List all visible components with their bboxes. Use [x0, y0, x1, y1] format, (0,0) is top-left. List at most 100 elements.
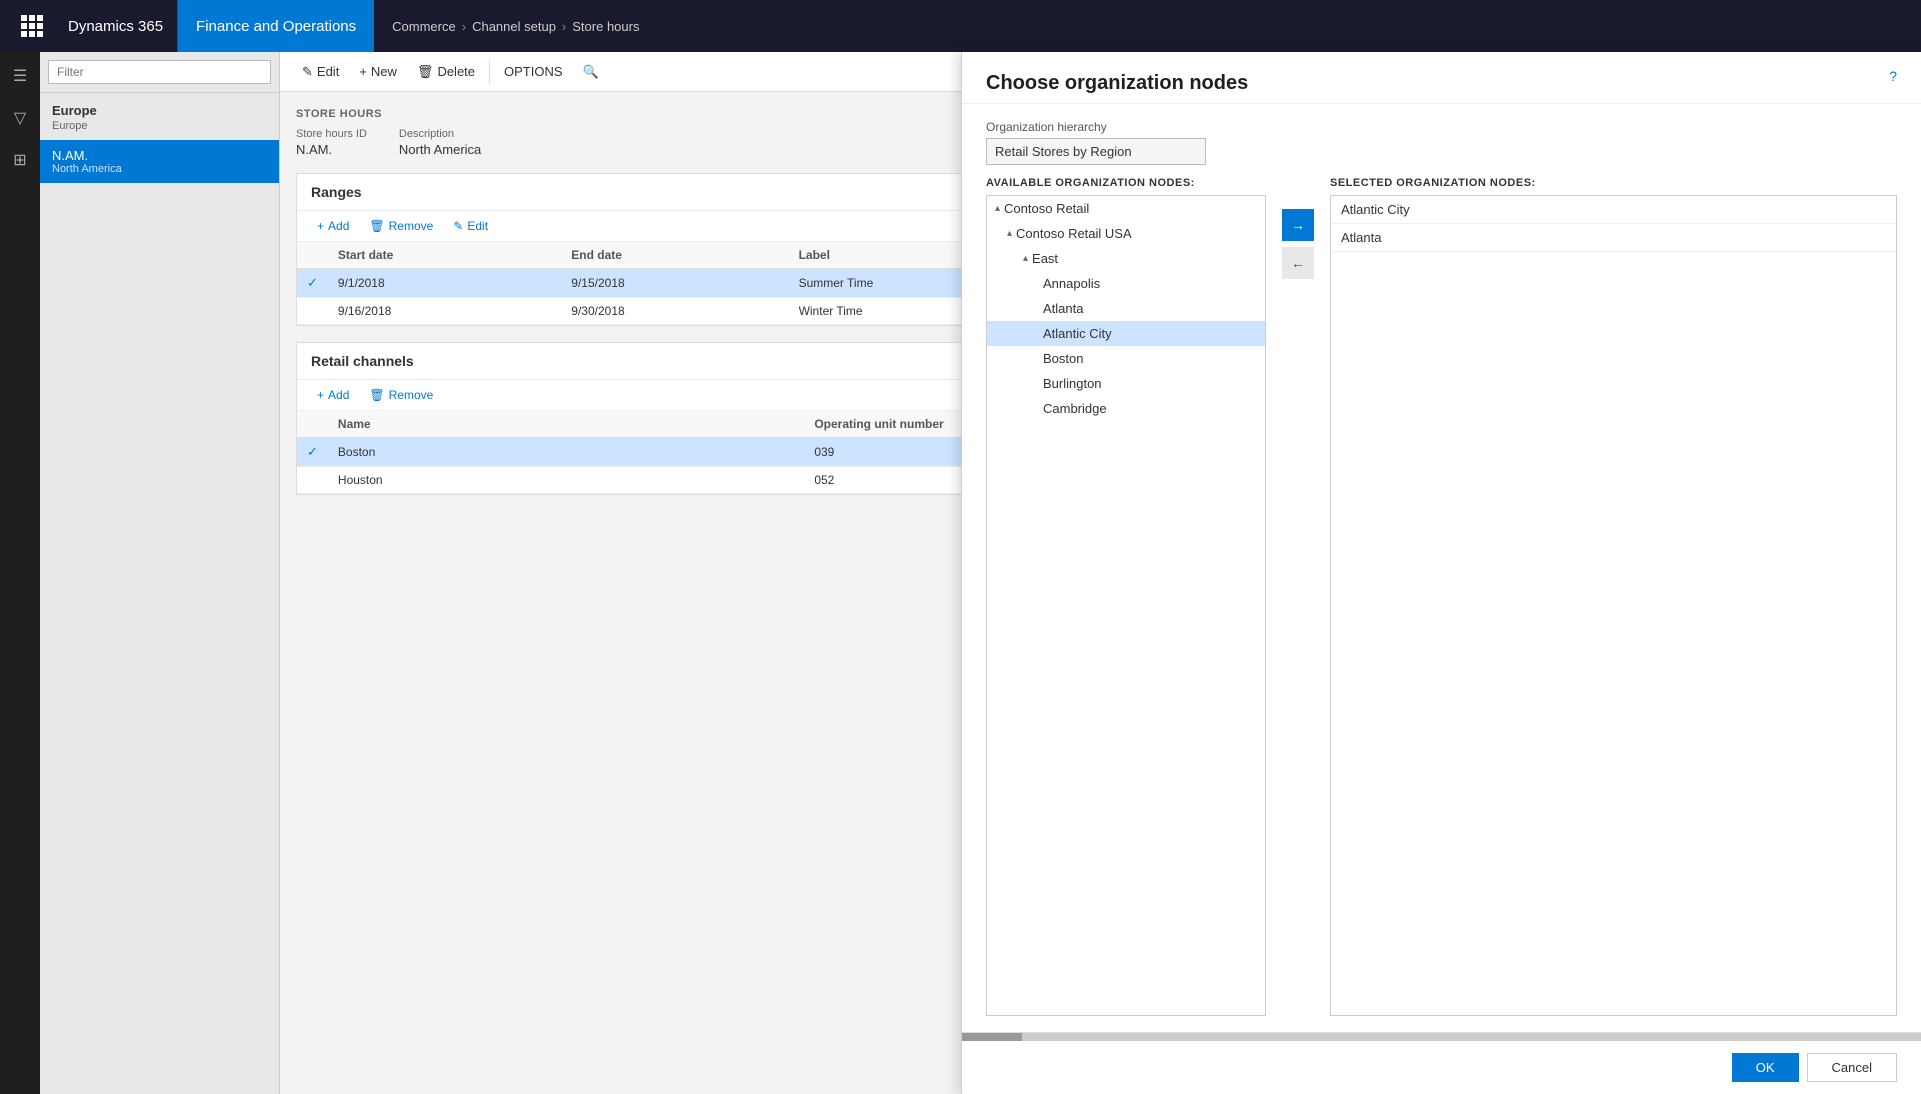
ranges-startdate-col: Start date [328, 242, 561, 269]
store-hours-desc-field: Description North America [399, 128, 481, 157]
sidebar-item-nam-label: N.AM. [52, 148, 267, 163]
settings-icon[interactable]: ⊞ [0, 140, 40, 180]
ranges-edit-button[interactable]: ✎ Edit [445, 217, 496, 235]
row-check [297, 298, 328, 325]
tree-label-annapolis: Annapolis [1043, 276, 1100, 291]
dialog-scrollbar [962, 1032, 1921, 1040]
channels-add-label: Add [328, 388, 349, 402]
edit-button[interactable]: ✎ Edit [292, 52, 349, 92]
org-hierarchy-label: Organization hierarchy [986, 120, 1897, 134]
channels-remove-label: Remove [389, 388, 434, 402]
dynamics-label: Dynamics 365 [54, 0, 178, 52]
tree-label-contoso-retail-usa: Contoso Retail USA [1016, 226, 1132, 241]
channels-name-col: Name [328, 411, 804, 438]
ranges-edit-label: Edit [467, 219, 488, 233]
channels-remove-icon: 🗑 [369, 388, 384, 402]
sidebar-item-europe-label: Europe [40, 93, 279, 120]
search-toolbar-button[interactable]: 🔍 [573, 52, 609, 92]
tree-label-contoso-retail: Contoso Retail [1004, 201, 1089, 216]
move-left-button[interactable]: ← [1282, 247, 1314, 279]
edit-icon: ✎ [302, 64, 313, 80]
tree-item-annapolis[interactable]: Annapolis [987, 271, 1265, 296]
selected-item-atlanta[interactable]: Atlanta [1331, 224, 1896, 252]
store-hours-id-value: N.AM. [296, 142, 367, 157]
breadcrumb-store-hours[interactable]: Store hours [572, 19, 639, 34]
store-hours-desc-value: North America [399, 142, 481, 157]
tree-item-atlanta[interactable]: Atlanta [987, 296, 1265, 321]
tree-item-burlington[interactable]: Burlington [987, 371, 1265, 396]
row-check: ✓ [297, 438, 328, 467]
tree-item-contoso-retail[interactable]: ▴ Contoso Retail [987, 196, 1265, 221]
app-launcher-button[interactable] [10, 0, 54, 52]
filter-input[interactable] [48, 60, 271, 84]
sidebar-item-nam[interactable]: N.AM. North America [40, 140, 279, 183]
search-container [40, 52, 279, 93]
org-selected-panel: SELECTED ORGANIZATION NODES: Atlantic Ci… [1330, 177, 1897, 1016]
choose-org-nodes-dialog: Choose organization nodes ? Organization… [961, 52, 1921, 1094]
hamburger-icon[interactable]: ☰ [0, 56, 40, 96]
dialog-header: Choose organization nodes ? [962, 52, 1921, 104]
edit-label: Edit [317, 64, 339, 79]
tree-item-boston[interactable]: Boston [987, 346, 1265, 371]
tree-label-east: East [1032, 251, 1058, 266]
main-layout: ☰ ▽ ⊞ Europe Europe N.AM. North America … [0, 52, 1921, 1094]
tree-item-contoso-retail-usa[interactable]: ▴ Contoso Retail USA [987, 221, 1265, 246]
store-hours-id-label: Store hours ID [296, 128, 367, 140]
options-button[interactable]: OPTIONS [494, 52, 573, 92]
dialog-title: Choose organization nodes [986, 72, 1897, 95]
left-panel: Europe Europe N.AM. North America [40, 52, 280, 1094]
tree-label-burlington: Burlington [1043, 376, 1102, 391]
dialog-help-button[interactable]: ? [1889, 68, 1897, 84]
tree-item-cambridge[interactable]: Cambridge [987, 396, 1265, 421]
org-selected-label: SELECTED ORGANIZATION NODES: [1330, 177, 1897, 189]
tree-label-atlanta: Atlanta [1043, 301, 1083, 316]
search-toolbar-icon: 🔍 [583, 64, 599, 80]
ranges-add-label: Add [328, 219, 349, 233]
sidebar-item-nam-sub: North America [52, 163, 267, 175]
store-hours-desc-label: Description [399, 128, 481, 140]
tree-item-east[interactable]: ▴ East [987, 246, 1265, 271]
icon-sidebar: ☰ ▽ ⊞ [0, 52, 40, 1094]
channels-remove-button[interactable]: 🗑 Remove [361, 386, 441, 404]
channels-add-button[interactable]: + Add [309, 386, 357, 404]
channels-add-icon: + [317, 388, 324, 402]
tree-toggle-contoso-retail-usa: ▴ [1007, 228, 1012, 239]
row-check: ✓ [297, 269, 328, 298]
ranges-remove-button[interactable]: 🗑 Remove [361, 217, 441, 235]
selected-list-container: Atlantic City Atlanta [1330, 195, 1897, 1016]
row-end: 9/15/2018 [561, 269, 788, 298]
new-label: New [371, 64, 397, 79]
dialog-footer: OK Cancel [962, 1040, 1921, 1094]
selected-item-atlantic-city[interactable]: Atlantic City [1331, 196, 1896, 224]
org-hierarchy-row: Organization hierarchy [986, 120, 1897, 165]
delete-button[interactable]: 🗑 Delete [407, 52, 485, 92]
sidebar-item-europe-sub: Europe [40, 120, 279, 140]
row-end: 9/30/2018 [561, 298, 788, 325]
options-label: OPTIONS [504, 64, 563, 79]
top-nav: Dynamics 365 Finance and Operations Comm… [0, 0, 1921, 52]
ranges-check-col [297, 242, 328, 269]
tree-toggle-contoso-retail: ▴ [995, 203, 1000, 214]
cancel-button[interactable]: Cancel [1807, 1053, 1897, 1082]
row-name: Boston [328, 438, 804, 467]
org-arrows: → ← [1282, 177, 1314, 1016]
tree-item-atlantic-city[interactable]: Atlantic City [987, 321, 1265, 346]
org-hierarchy-input[interactable] [986, 138, 1206, 165]
breadcrumb-channel-setup[interactable]: Channel setup [472, 19, 556, 34]
ranges-add-button[interactable]: + Add [309, 217, 357, 235]
move-right-button[interactable]: → [1282, 209, 1314, 241]
grid-icon [21, 15, 43, 37]
ranges-add-icon: + [317, 219, 324, 233]
new-button[interactable]: + New [349, 52, 407, 92]
org-available-panel: AVAILABLE ORGANIZATION NODES: ▴ Contoso … [986, 177, 1266, 1016]
ok-button[interactable]: OK [1732, 1053, 1799, 1082]
filter-icon[interactable]: ▽ [0, 98, 40, 138]
toolbar-separator [489, 60, 490, 84]
breadcrumb-commerce[interactable]: Commerce [392, 19, 456, 34]
plus-icon: + [359, 64, 367, 79]
dialog-body: Organization hierarchy AVAILABLE ORGANIZ… [962, 104, 1921, 1032]
store-hours-id-field: Store hours ID N.AM. [296, 128, 367, 157]
tree-label-cambridge: Cambridge [1043, 401, 1107, 416]
tree-toggle-east: ▴ [1023, 253, 1028, 264]
breadcrumb: Commerce › Channel setup › Store hours [374, 19, 1911, 34]
